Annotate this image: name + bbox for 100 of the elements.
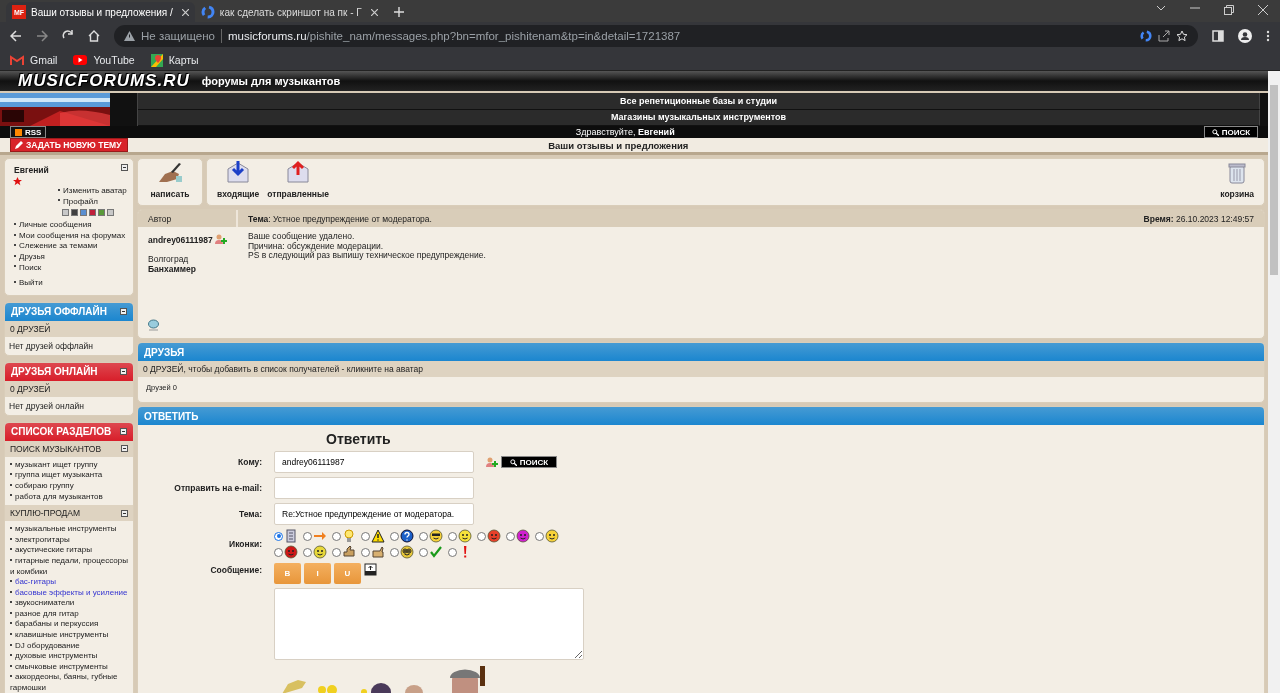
- sidebar-link[interactable]: Мои сообщения на форумах: [14, 230, 125, 242]
- browser-tab[interactable]: как сделать скриншот на пк - Г: [194, 2, 384, 22]
- message-field[interactable]: [274, 588, 584, 660]
- group-title[interactable]: ПОИСК МУЗЫКАНТОВ: [10, 443, 102, 454]
- search-button[interactable]: ПОИСК: [1204, 126, 1258, 138]
- forward-icon[interactable]: [36, 30, 48, 42]
- add-friend-icon[interactable]: [486, 456, 498, 468]
- section-link[interactable]: барабаны и перкуссия: [10, 619, 132, 631]
- radio-button[interactable]: [332, 547, 341, 557]
- home-icon[interactable]: [88, 30, 100, 42]
- radio-button[interactable]: [361, 547, 370, 557]
- search-button[interactable]: ПОИСК: [501, 456, 557, 468]
- recipient-field[interactable]: andrey06111987: [274, 451, 474, 473]
- radio-button[interactable]: [332, 531, 341, 541]
- collapse-icon[interactable]: [121, 445, 128, 453]
- new-topic-button[interactable]: ЗАДАТЬ НОВУЮ ТЕМУ: [10, 138, 129, 152]
- star-icon[interactable]: [1176, 30, 1188, 42]
- section-link[interactable]: музыкант ищет группу: [10, 459, 132, 471]
- add-friend-icon[interactable]: [214, 234, 227, 245]
- radio-button[interactable]: [390, 531, 399, 541]
- section-link[interactable]: электрогитары: [10, 534, 132, 546]
- image-upload-icon[interactable]: [364, 563, 377, 576]
- bookmark[interactable]: Gmail: [10, 54, 58, 66]
- side-panel-icon[interactable]: [1212, 30, 1224, 42]
- bookmark[interactable]: Карты: [150, 53, 199, 67]
- section-link[interactable]: басовые эффекты и усиление: [10, 587, 132, 599]
- share-icon[interactable]: [1158, 30, 1170, 42]
- collapse-icon[interactable]: [120, 308, 127, 316]
- section-link[interactable]: музыкальные инструменты: [10, 524, 132, 535]
- radio-button[interactable]: [274, 547, 283, 557]
- section-link[interactable]: духовые инструменты: [10, 651, 132, 662]
- panel-header[interactable]: СПИСОК РАЗДЕЛОВ: [5, 422, 133, 441]
- sidebar-link[interactable]: Изменить аватар: [58, 186, 125, 197]
- group-title[interactable]: КУПЛЮ-ПРОДАМ: [10, 508, 81, 519]
- close-icon[interactable]: [1258, 5, 1268, 15]
- radio-button[interactable]: [419, 531, 428, 541]
- scrollbar[interactable]: [1268, 71, 1280, 693]
- write-button[interactable]: написать: [150, 162, 190, 199]
- theme-swatch[interactable]: [71, 209, 78, 217]
- radio-button[interactable]: [506, 531, 515, 541]
- section-link[interactable]: аккордеоны, баяны, губные гармошки: [10, 672, 132, 693]
- collapse-icon[interactable]: [120, 428, 127, 436]
- section-link[interactable]: собираю группу: [10, 480, 132, 492]
- chevron-icon[interactable]: [1156, 5, 1166, 11]
- section-link[interactable]: группа ищет музыканта: [10, 470, 132, 481]
- sidebar-link[interactable]: Поиск: [14, 262, 125, 274]
- author-name[interactable]: andrey06111987: [148, 234, 213, 245]
- section-link[interactable]: гитарные педали, процессоры и комбики: [10, 555, 132, 578]
- profile-icon[interactable]: [1238, 29, 1252, 43]
- radio-button[interactable]: [274, 531, 283, 541]
- collapse-icon[interactable]: [120, 368, 127, 376]
- radio-button[interactable]: [448, 531, 457, 541]
- map-icon: [150, 53, 163, 67]
- back-icon[interactable]: [10, 30, 22, 42]
- rss-button[interactable]: RSS: [10, 126, 47, 138]
- sidebar-link[interactable]: Друзья: [14, 251, 125, 263]
- site-logo[interactable]: MUSICFORUMS.RU: [18, 71, 190, 91]
- sidebar-link[interactable]: Профайл: [58, 196, 125, 208]
- radio-button[interactable]: [448, 547, 457, 557]
- radio-button[interactable]: [303, 547, 312, 557]
- restore-icon[interactable]: [1224, 5, 1234, 15]
- sidebar-link[interactable]: Личные сообщения: [14, 220, 125, 231]
- menu-icon[interactable]: [1266, 30, 1270, 42]
- folder-button[interactable]: входящие: [217, 160, 260, 199]
- section-link[interactable]: смычковые инструменты: [10, 661, 132, 673]
- theme-swatch[interactable]: [80, 209, 87, 217]
- sidebar-link[interactable]: Слежение за темами: [14, 241, 125, 252]
- email-field[interactable]: [274, 477, 474, 499]
- radio-button[interactable]: [477, 531, 486, 541]
- theme-swatch[interactable]: [62, 209, 69, 217]
- collapse-icon[interactable]: [121, 164, 128, 171]
- section-link[interactable]: работа для музыкантов: [10, 491, 132, 503]
- section-link[interactable]: разное для гитар: [10, 608, 132, 620]
- close-icon[interactable]: [181, 8, 189, 16]
- banner-link[interactable]: Все репетиционные базы и студии: [138, 93, 1260, 110]
- radio-button[interactable]: [535, 531, 544, 541]
- new-tab-icon[interactable]: [393, 7, 404, 17]
- minimize-icon[interactable]: [1190, 5, 1200, 11]
- radio-button[interactable]: [303, 531, 312, 541]
- subject-field[interactable]: Re:Устное предупреждение от модератора.: [274, 503, 474, 525]
- bookmark[interactable]: YouTube: [73, 54, 135, 66]
- radio-button[interactable]: [419, 547, 428, 557]
- panel-header[interactable]: ДРУЗЬЯ ОНЛАЙН: [5, 362, 133, 381]
- theme-swatch[interactable]: [98, 209, 105, 217]
- collapse-icon[interactable]: [121, 509, 128, 517]
- section-link[interactable]: DJ оборудование: [10, 640, 132, 652]
- trash-button[interactable]: корзина: [1220, 162, 1254, 199]
- sidebar-link[interactable]: Выйти: [14, 278, 125, 289]
- section-link[interactable]: акустические гитары: [10, 545, 132, 556]
- theme-swatch[interactable]: [107, 209, 114, 217]
- radio-button[interactable]: [361, 531, 370, 541]
- theme-swatch[interactable]: [89, 209, 96, 217]
- radio-button[interactable]: [390, 547, 399, 557]
- close-icon[interactable]: [370, 8, 378, 16]
- section-link[interactable]: клавишные инструменты: [10, 630, 132, 641]
- address-bar[interactable]: Не защищено musicforums.ru/pishite_nam/messages.php?bn=mfor_pishitenam&tp=in&detail=1721387: [114, 25, 1198, 47]
- speech-bubble-icon[interactable]: [148, 319, 159, 331]
- folder-button[interactable]: отправленные: [267, 160, 329, 199]
- section-link[interactable]: звукосниматели: [10, 598, 132, 609]
- section-link[interactable]: бас-гитары: [10, 577, 132, 588]
